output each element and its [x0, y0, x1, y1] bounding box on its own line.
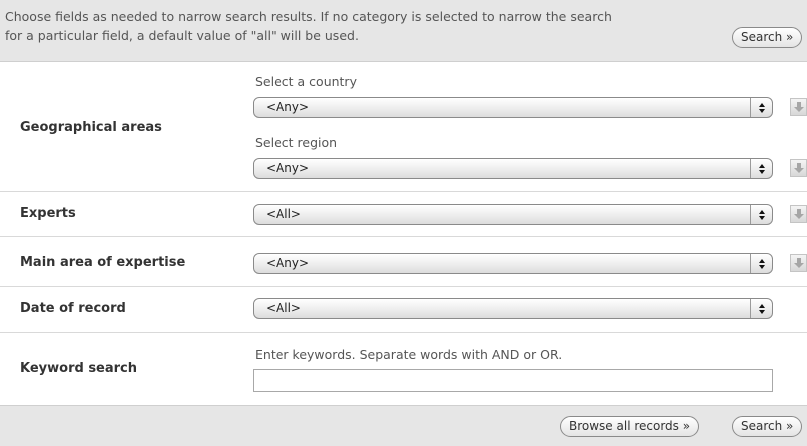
experts-label: Experts — [20, 206, 76, 221]
region-select-value: <Any> — [266, 161, 310, 175]
select-arrows-icon — [750, 299, 772, 318]
add-expertise-icon[interactable] — [790, 254, 807, 272]
region-select[interactable]: <Any> — [253, 158, 773, 179]
select-arrows-icon — [750, 98, 772, 117]
search-button-bottom[interactable]: Search » — [732, 416, 803, 437]
experts-select-value: <All> — [266, 207, 301, 221]
instructions-line-1: Choose fields as needed to narrow search… — [5, 9, 612, 24]
expertise-row: Main area of expertise <Any> — [0, 237, 807, 287]
browse-all-records-button[interactable]: Browse all records » — [560, 416, 700, 437]
select-country-label: Select a country — [255, 74, 357, 89]
instructions-line-2: for a particular field, a default value … — [5, 28, 359, 43]
keyword-hint: Enter keywords. Separate words with AND … — [255, 347, 563, 362]
select-arrows-icon — [750, 254, 772, 273]
experts-select[interactable]: <All> — [253, 204, 773, 225]
instructions-text: Choose fields as needed to narrow search… — [5, 7, 720, 45]
country-select[interactable]: <Any> — [253, 97, 773, 118]
date-label: Date of record — [20, 301, 126, 316]
expertise-select[interactable]: <Any> — [253, 253, 773, 274]
add-region-icon[interactable] — [790, 159, 807, 177]
add-expert-icon[interactable] — [790, 205, 807, 223]
expertise-label: Main area of expertise — [20, 255, 186, 270]
select-arrows-icon — [750, 159, 772, 178]
geographical-areas-label: Geographical areas — [20, 120, 162, 135]
instructions-bar: Choose fields as needed to narrow search… — [0, 0, 807, 62]
country-select-value: <Any> — [266, 100, 310, 114]
select-arrows-icon — [750, 205, 772, 224]
date-select[interactable]: <All> — [253, 298, 773, 319]
geographical-areas-row: Geographical areas Select a country <Any… — [0, 62, 807, 192]
add-country-icon[interactable] — [790, 98, 807, 116]
keyword-search-label: Keyword search — [20, 361, 138, 376]
keyword-input[interactable] — [253, 369, 773, 392]
search-button-top[interactable]: Search » — [732, 27, 803, 48]
date-row: Date of record <All> — [0, 287, 807, 333]
experts-row: Experts <All> — [0, 192, 807, 237]
select-region-label: Select region — [255, 135, 338, 150]
footer-bar: Browse all records » Search » — [0, 405, 807, 446]
date-select-value: <All> — [266, 301, 301, 315]
expertise-select-value: <Any> — [266, 256, 310, 270]
